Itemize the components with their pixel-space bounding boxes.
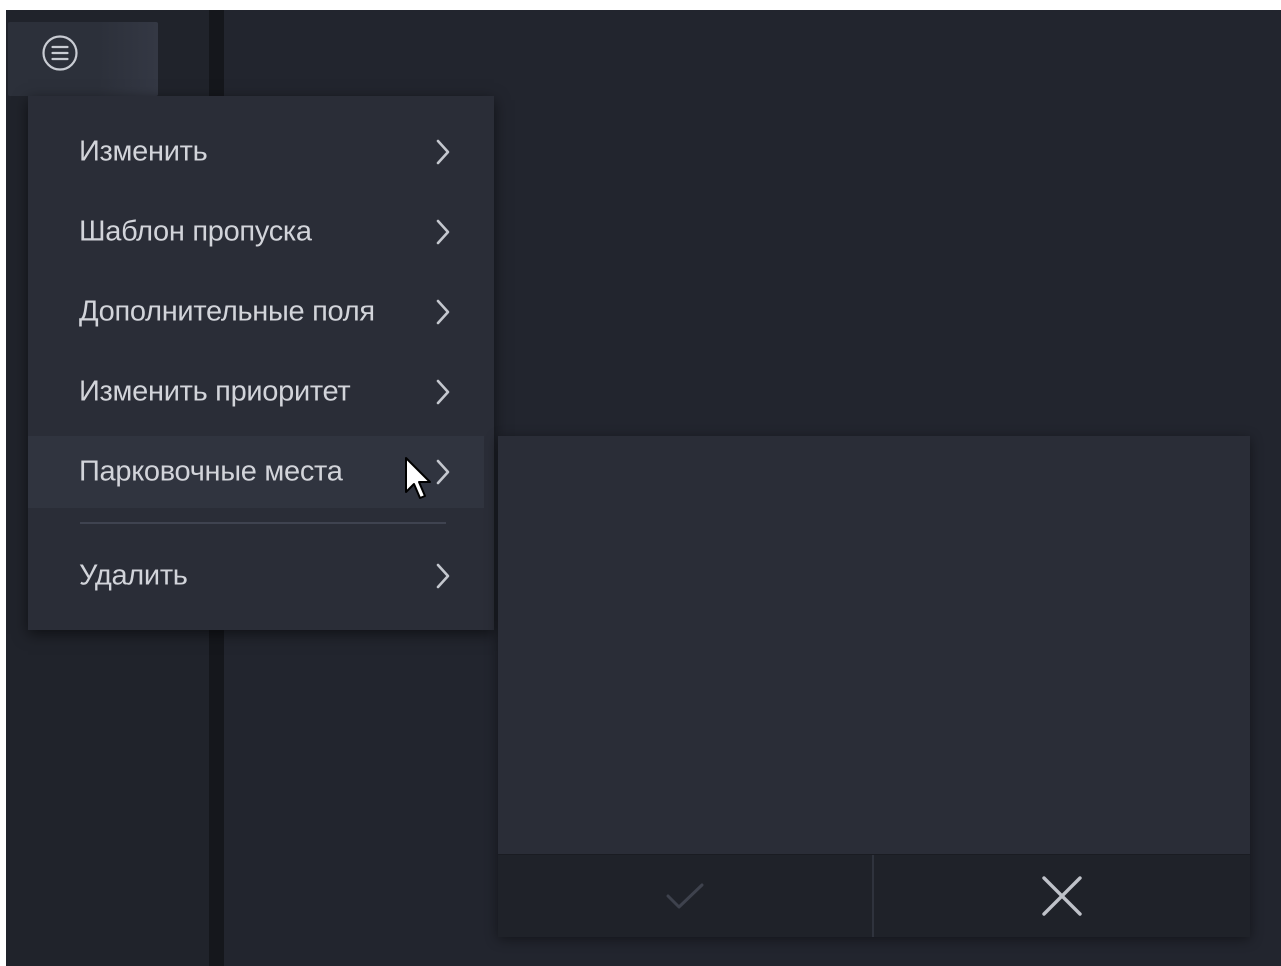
menu-item-change-priority[interactable]: Изменить приоритет	[28, 356, 484, 428]
menu-item-edit[interactable]: Изменить	[28, 116, 484, 188]
menu-button[interactable]	[8, 22, 158, 96]
menu-item-parking-spaces[interactable]: Парковочные места	[28, 436, 484, 508]
confirm-button[interactable]	[498, 855, 872, 937]
chevron-right-icon	[436, 563, 450, 589]
menu-item-delete[interactable]: Удалить	[28, 540, 484, 612]
app-window: Изменить Шаблон пропуска Дополнительные …	[6, 10, 1281, 966]
context-menu: Изменить Шаблон пропуска Дополнительные …	[28, 96, 494, 630]
chevron-right-icon	[436, 139, 450, 165]
menu-item-label: Дополнительные поля	[79, 295, 375, 328]
chevron-right-icon	[436, 219, 450, 245]
menu-separator	[80, 522, 446, 524]
submenu-footer	[498, 854, 1250, 937]
menu-item-label: Парковочные места	[79, 455, 343, 488]
menu-item-label: Изменить	[79, 135, 208, 168]
chevron-right-icon	[436, 459, 450, 485]
close-icon	[1042, 876, 1082, 916]
checkmark-icon	[666, 883, 704, 909]
menu-item-label: Изменить приоритет	[79, 375, 351, 408]
menu-item-label: Шаблон пропуска	[79, 215, 312, 248]
cancel-button[interactable]	[874, 855, 1250, 937]
chevron-right-icon	[436, 299, 450, 325]
menu-list-icon	[42, 35, 78, 71]
menu-item-label: Удалить	[79, 559, 188, 592]
parking-spaces-submenu	[498, 436, 1250, 937]
menu-item-additional-fields[interactable]: Дополнительные поля	[28, 276, 484, 348]
chevron-right-icon	[436, 379, 450, 405]
menu-item-pass-template[interactable]: Шаблон пропуска	[28, 196, 484, 268]
